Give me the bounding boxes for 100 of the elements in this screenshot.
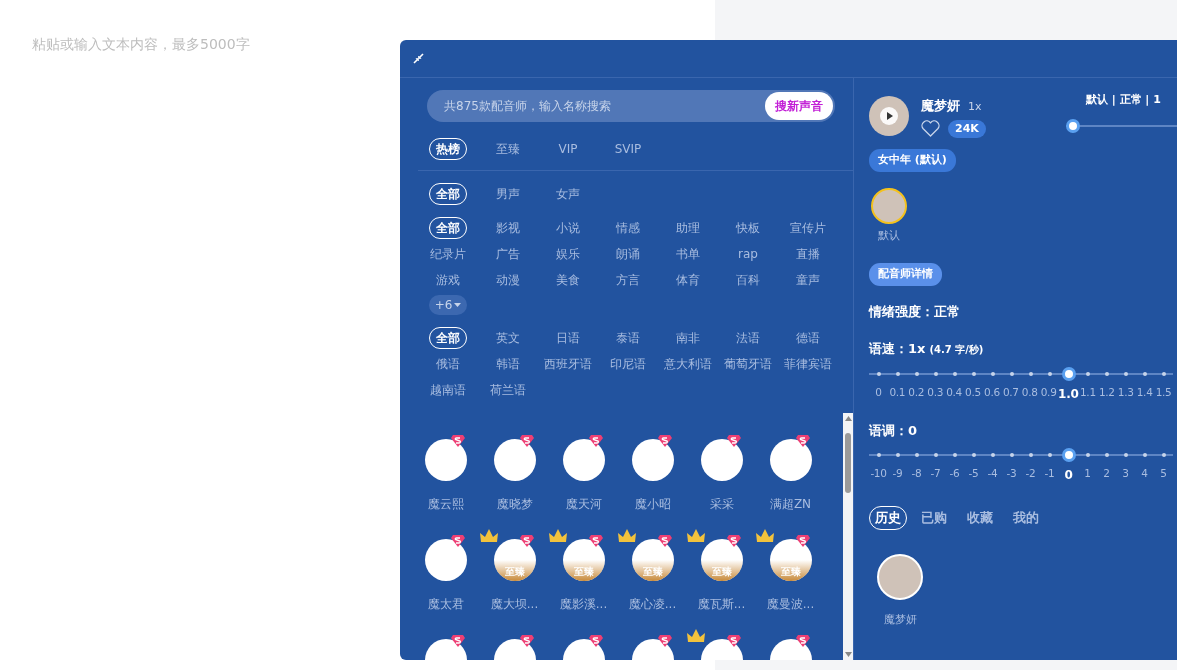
filter-option[interactable]: 纪录片 (423, 243, 473, 265)
filter-option[interactable]: 书单 (669, 243, 707, 265)
search-field[interactable]: 共875款配音师，输入名称搜索 搜新声音 (427, 90, 835, 122)
filter-option[interactable]: 宣传片 (783, 217, 833, 239)
history-tab[interactable]: 已购 (915, 506, 953, 530)
slider-track[interactable] (869, 366, 1173, 381)
history-tab[interactable]: 我的 (1007, 506, 1045, 530)
rank-tab[interactable]: VIP (551, 138, 585, 160)
filter-option[interactable]: rap (731, 243, 765, 265)
tick-label: 0.8 (1021, 384, 1038, 400)
tick-label: 1 (1084, 466, 1091, 481)
filter-option[interactable]: 越南语 (423, 379, 473, 401)
voice-avatar[interactable] (700, 439, 743, 481)
slider-track[interactable] (869, 448, 1173, 462)
filter-option[interactable]: 男声 (489, 183, 527, 205)
filter-option[interactable]: 西班牙语 (537, 353, 599, 375)
settings-summary: 默认 | 正常 | 1 (1085, 92, 1162, 108)
svip-badge-icon (727, 435, 741, 447)
voice-avatar[interactable] (424, 439, 467, 481)
filter-option[interactable]: 游戏 (429, 269, 467, 291)
filter-option[interactable]: 助理 (669, 217, 707, 239)
svip-badge-icon (451, 435, 465, 447)
filter-option[interactable]: 童声 (789, 269, 827, 291)
tick-label: 0.7 (1002, 384, 1019, 400)
rank-tab[interactable]: SVIP (607, 138, 649, 160)
voice-avatar[interactable] (877, 553, 923, 600)
emotion-avatar[interactable] (871, 187, 907, 224)
filter-option[interactable]: 意大利语 (657, 353, 719, 375)
scroll-up-icon[interactable] (844, 416, 852, 421)
svip-badge-icon (727, 535, 741, 547)
voice-name: 魔梦妍 (921, 97, 960, 115)
filter-option[interactable]: 葡萄牙语 (717, 353, 779, 375)
heart-icon[interactable] (921, 120, 940, 138)
play-icon[interactable] (880, 107, 898, 125)
filter-option[interactable]: 法语 (729, 327, 767, 349)
svip-badge-icon (796, 435, 810, 447)
voice-avatar[interactable] (700, 539, 743, 581)
more-filters-button[interactable]: +6 (428, 295, 468, 315)
voice-avatar[interactable] (493, 539, 536, 581)
history-tab[interactable]: 收藏 (961, 506, 999, 530)
tick-label: 1.1 (1080, 384, 1096, 400)
filter-option[interactable]: 百科 (729, 269, 767, 291)
filter-option[interactable]: 女声 (549, 183, 587, 205)
filter-option[interactable]: 荷兰语 (483, 379, 533, 401)
filter-option[interactable]: 美食 (549, 269, 587, 291)
filter-option[interactable]: 快板 (729, 217, 767, 239)
voice-avatar[interactable] (562, 539, 605, 581)
voice-avatar[interactable] (562, 439, 605, 481)
scroll-down-icon[interactable] (844, 652, 852, 657)
rank-tab[interactable]: 至臻 (489, 138, 527, 160)
filter-option[interactable]: 俄语 (429, 353, 467, 375)
filter-option[interactable]: 广告 (489, 243, 527, 265)
filter-option[interactable]: 动漫 (489, 269, 527, 291)
scrollbar[interactable] (843, 413, 853, 660)
voice-avatar[interactable] (631, 439, 674, 481)
filter-option[interactable]: 方言 (609, 269, 647, 291)
voice-name: 魔心凌... (628, 596, 677, 613)
crown-icon (480, 529, 498, 543)
filter-option[interactable]: 德语 (789, 327, 827, 349)
filter-option[interactable]: 体育 (669, 269, 707, 291)
slider-thumb[interactable] (1065, 118, 1080, 133)
slider-thumb[interactable] (1061, 448, 1076, 462)
style-tag[interactable]: 女中年 (默认) (869, 149, 956, 172)
premium-label: 至臻 (504, 566, 525, 578)
voice-avatar[interactable] (869, 96, 909, 136)
voice-avatar[interactable] (424, 539, 467, 581)
voice-name: 魔太君 (427, 596, 464, 613)
summary-slider[interactable] (1065, 118, 1177, 133)
voice-name: 魔晓梦 (496, 496, 533, 513)
filter-option[interactable]: 情感 (609, 217, 647, 239)
tick-label: 2 (1103, 466, 1110, 481)
voice-avatar[interactable] (631, 539, 674, 581)
slider-thumb[interactable] (1061, 366, 1076, 381)
collapse-icon[interactable] (413, 53, 424, 64)
filter-option[interactable]: 泰语 (609, 327, 647, 349)
filter-option[interactable]: 南非 (669, 327, 707, 349)
filter-option[interactable]: 日语 (549, 327, 587, 349)
filter-option[interactable]: 韩语 (489, 353, 527, 375)
filter-option[interactable]: 影视 (489, 217, 527, 239)
crown-icon (618, 529, 636, 543)
tick-label: 0.9 (1040, 384, 1057, 400)
filter-option[interactable]: 娱乐 (549, 243, 587, 265)
svip-badge-icon (589, 635, 603, 647)
filter-option[interactable]: 菲律宾语 (777, 353, 839, 375)
voice-details-button[interactable]: 配音师详情 (869, 263, 942, 286)
voice-avatar[interactable] (493, 439, 536, 481)
filter-option[interactable]: 英文 (489, 327, 527, 349)
filter-option[interactable]: 小说 (549, 217, 587, 239)
svip-badge-icon (520, 635, 534, 647)
filter-option[interactable]: 印尼语 (603, 353, 653, 375)
filter-option[interactable]: 直播 (789, 243, 827, 265)
text-input-field[interactable]: 粘贴或输入文本内容，最多5000字 (20, 24, 400, 64)
voice-avatar[interactable] (769, 539, 812, 581)
filter-option[interactable]: 朗诵 (609, 243, 647, 265)
voice-avatar[interactable] (769, 439, 812, 481)
tick-label: -9 (892, 466, 903, 481)
voice-name: 魔大坝... (490, 596, 539, 613)
new-voice-button[interactable]: 搜新声音 (765, 92, 833, 120)
tick-label: -3 (1006, 466, 1017, 481)
svip-badge-icon (658, 435, 672, 447)
